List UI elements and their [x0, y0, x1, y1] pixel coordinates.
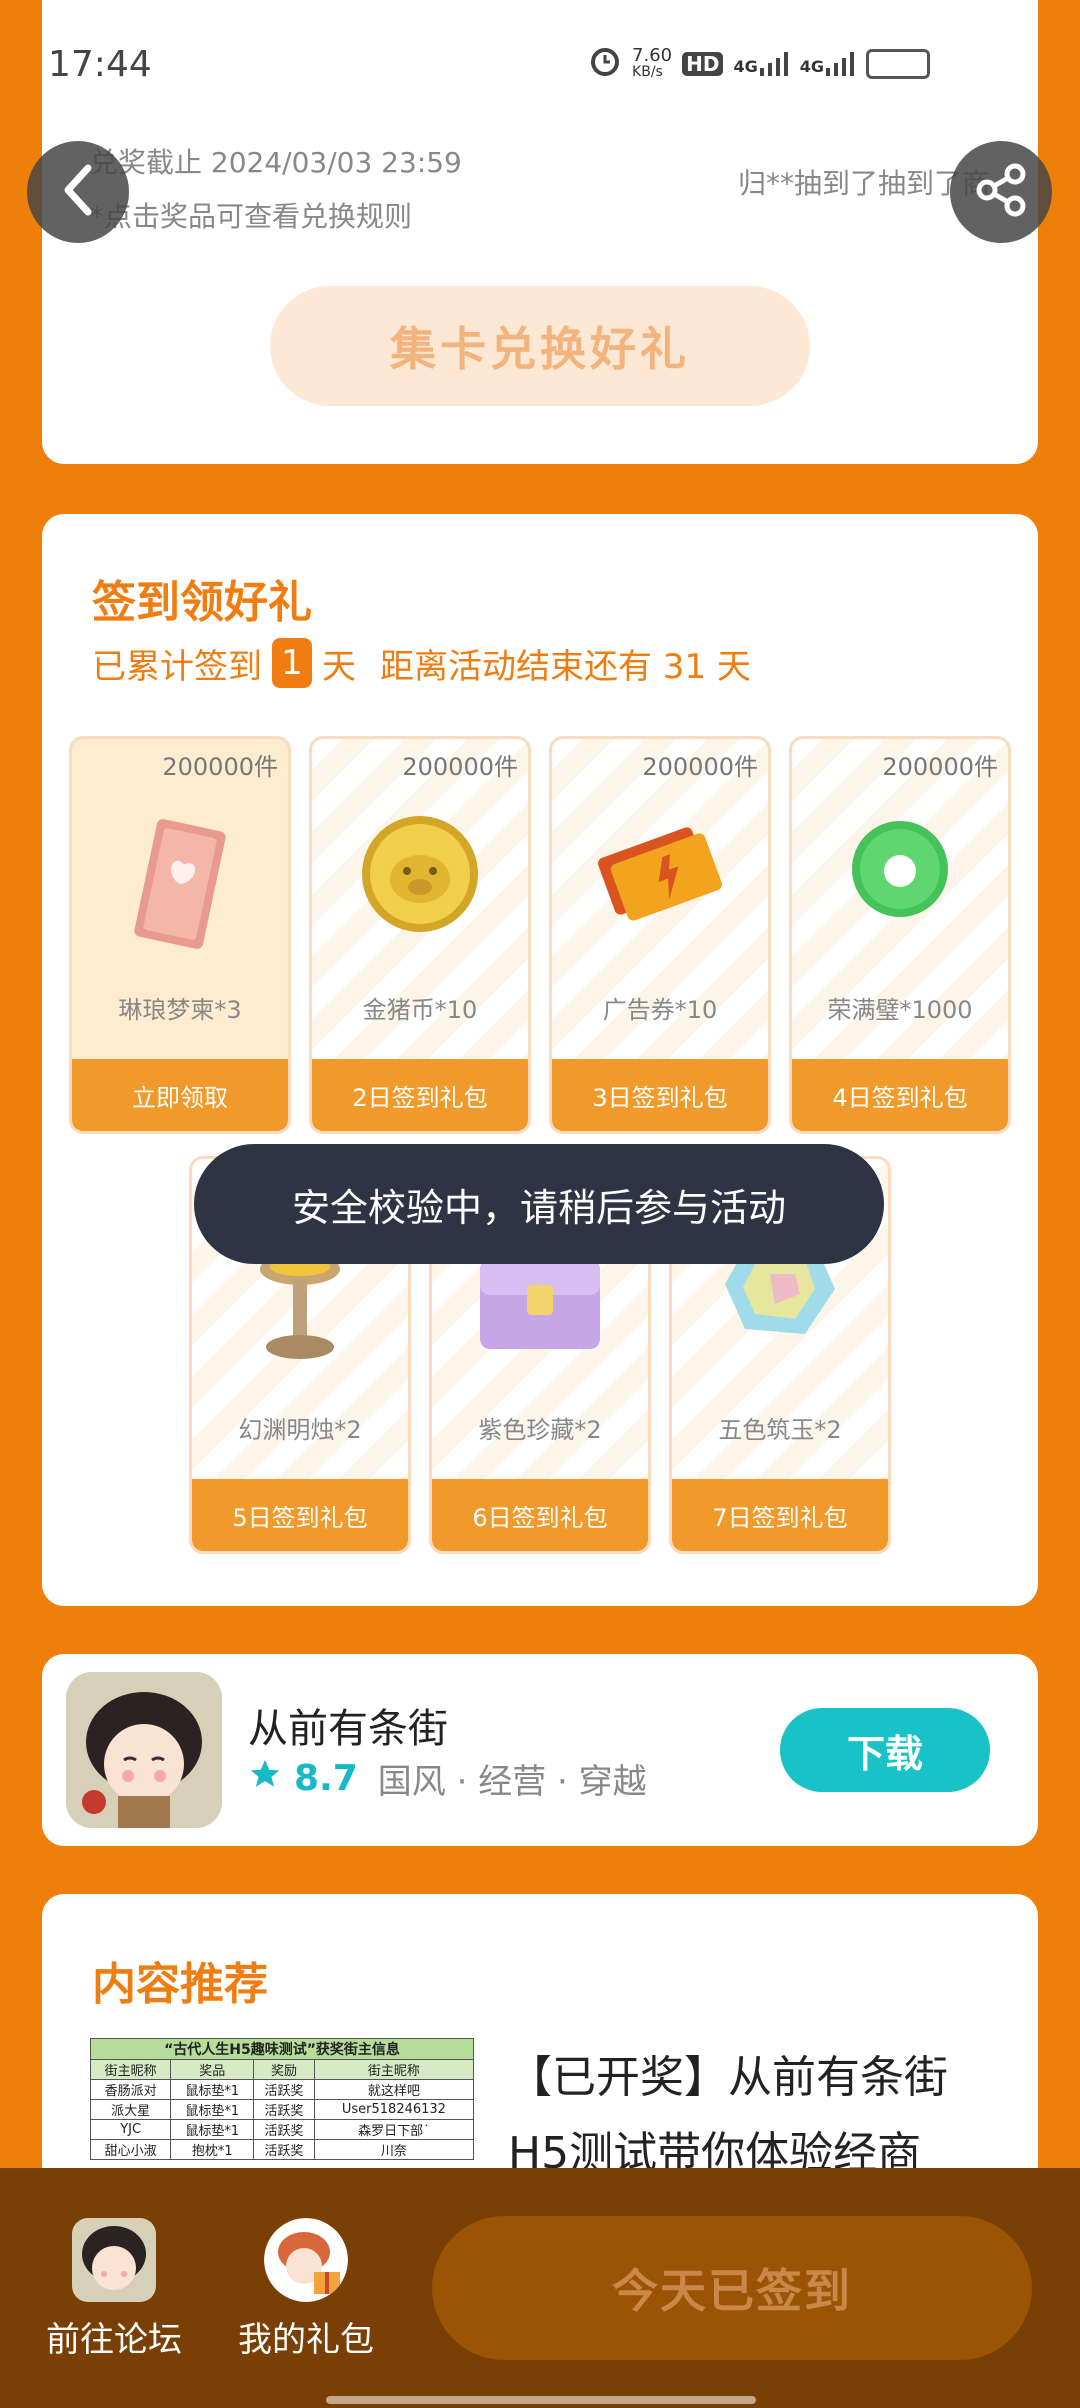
- status-icons: 7.60 KB/s HD 4G 4G 75: [588, 44, 930, 83]
- pig-coin-icon: [362, 816, 478, 932]
- table-row: 派大星 鼠标垫*1 活跃奖 User518246132: [89, 2099, 475, 2120]
- star-icon: [248, 1757, 282, 1800]
- app-name: 从前有条街: [248, 1706, 448, 1752]
- signal-icon: 4G: [733, 51, 789, 76]
- battery-icon: 75: [866, 48, 930, 79]
- table-cell: 鼠标垫*1: [170, 2079, 255, 2100]
- security-check-toast: 安全校验中，请稍后参与活动: [194, 1144, 884, 1264]
- table-cell: User518246132: [313, 2099, 475, 2120]
- day7-gift-button[interactable]: 7日签到礼包: [672, 1479, 888, 1551]
- table-header: 奖品: [170, 2059, 255, 2080]
- table-cell: 森罗日下部˙: [313, 2119, 475, 2140]
- reward-name: 紫色珍藏*2: [478, 1416, 602, 1444]
- recommend-title: 内容推荐: [92, 1959, 268, 2010]
- share-button[interactable]: [950, 141, 1052, 243]
- share-icon: [973, 162, 1029, 222]
- battery-level: 75: [903, 53, 927, 74]
- hd-badge: HD: [682, 51, 724, 76]
- reward-name: 金猪币*10: [362, 996, 478, 1024]
- exchange-hint: *点击奖品可查看兑换规则: [90, 200, 413, 233]
- reward-card-day4[interactable]: 200000件 荣满璧*1000 4日签到礼包: [789, 736, 1011, 1134]
- alarm-icon: [588, 44, 622, 83]
- reward-count: 200000件: [162, 753, 278, 781]
- claim-now-button[interactable]: 立即领取: [72, 1059, 288, 1131]
- table-cell: 鼠标垫*1: [170, 2119, 255, 2140]
- signal-icon: 4G: [799, 51, 856, 76]
- app-rating: 8.7: [294, 1758, 358, 1799]
- reward-name: 幻渊明烛*2: [238, 1416, 362, 1444]
- app-icon[interactable]: [66, 1672, 222, 1828]
- table-cell: 鼠标垫*1: [170, 2099, 255, 2120]
- forum-nav-button[interactable]: 前往论坛: [46, 2218, 182, 2361]
- checkin-title: 签到领好礼: [92, 577, 312, 628]
- table-row: 甜心小淑 抱枕*1 活跃奖 川奈: [89, 2139, 475, 2160]
- card-exchange-button[interactable]: 集卡兑换好礼: [270, 286, 810, 406]
- reward-count: 200000件: [642, 753, 758, 781]
- jade-ring-icon: [852, 821, 948, 917]
- reward-count: 200000件: [402, 753, 518, 781]
- app-tags: 国风 · 经营 · 穿越: [377, 1762, 647, 1802]
- table-row: 香肠派对 鼠标垫*1 活跃奖 就这样吧: [89, 2079, 475, 2100]
- checkin-progress: 已累计签到 1 天 距离活动结束还有 31 天: [92, 638, 751, 688]
- day4-gift-button[interactable]: 4日签到礼包: [792, 1059, 1008, 1131]
- table-header: 街主昵称: [89, 2059, 172, 2080]
- forum-avatar: [72, 2218, 156, 2302]
- table-cell: 活跃奖: [253, 2099, 315, 2120]
- table-header: 街主昵称: [313, 2059, 475, 2080]
- ad-coupon-icon: [598, 827, 722, 921]
- article-thumbnail-table[interactable]: “古代人生H5趣味测试”获奖街主信息 街主昵称 奖品 奖励 街主昵称 香肠派对 …: [89, 2038, 475, 2160]
- table-cell: 活跃奖: [253, 2119, 315, 2140]
- table-cell: 就这样吧: [313, 2079, 475, 2100]
- exchange-deadline: 兑奖截止 2024/03/03 23:59: [90, 146, 462, 179]
- table-cell: 香肠派对: [89, 2079, 172, 2100]
- checkin-days-badge: 1: [272, 638, 312, 688]
- exchange-info: 兑奖截止 2024/03/03 23:59 *点击奖品可查看兑换规则: [90, 136, 462, 244]
- table-cell: 活跃奖: [253, 2139, 315, 2160]
- forum-label: 前往论坛: [46, 2320, 182, 2360]
- table-header: 奖励: [253, 2059, 315, 2080]
- gifts-label: 我的礼包: [238, 2320, 374, 2360]
- table-cell: 派大星: [89, 2099, 172, 2120]
- net-speed: 7.60 KB/s: [632, 44, 673, 80]
- table-cell: 活跃奖: [253, 2079, 315, 2100]
- reward-card-day1[interactable]: 200000件 琳琅梦柬*3 立即领取: [69, 736, 291, 1134]
- download-button[interactable]: 下载: [780, 1708, 990, 1792]
- day2-gift-button[interactable]: 2日签到礼包: [312, 1059, 528, 1131]
- chevron-left-icon: [58, 162, 98, 222]
- signed-today-button[interactable]: 今天已签到: [432, 2216, 1032, 2360]
- table-cell: 抱枕*1: [170, 2139, 255, 2160]
- checkin-remaining: 距离活动结束还有 31 天: [380, 646, 751, 687]
- checkin-prefix: 已累计签到: [92, 646, 262, 687]
- net-speed-unit: KB/s: [632, 63, 663, 80]
- ticket-icon: [134, 819, 226, 949]
- table-caption: “古代人生H5趣味测试”获奖街主信息: [90, 2038, 474, 2060]
- table-cell: 甜心小淑: [89, 2139, 172, 2160]
- status-time: 17:44: [48, 44, 152, 85]
- gifts-avatar: [264, 2218, 348, 2302]
- reward-name: 广告券*10: [602, 996, 718, 1024]
- reward-name: 五色筑玉*2: [718, 1416, 842, 1444]
- checkin-days-unit: 天: [322, 646, 356, 687]
- table-cell: 川奈: [313, 2139, 475, 2160]
- day3-gift-button[interactable]: 3日签到礼包: [552, 1059, 768, 1131]
- day6-gift-button[interactable]: 6日签到礼包: [432, 1479, 648, 1551]
- my-gifts-nav-button[interactable]: 我的礼包: [238, 2218, 374, 2361]
- reward-card-day2[interactable]: 200000件 金猪币*10 2日签到礼包: [309, 736, 531, 1134]
- reward-count: 200000件: [882, 753, 998, 781]
- table-row: YJC 鼠标垫*1 活跃奖 森罗日下部˙: [89, 2119, 475, 2140]
- net-speed-value: 7.60: [632, 44, 673, 66]
- day5-gift-button[interactable]: 5日签到礼包: [192, 1479, 408, 1551]
- back-button[interactable]: [27, 141, 129, 243]
- reward-name: 琳琅梦柬*3: [118, 996, 242, 1024]
- table-cell: YJC: [89, 2119, 172, 2140]
- reward-card-day3[interactable]: 200000件 广告券*10 3日签到礼包: [549, 736, 771, 1134]
- signal-label: 4G: [733, 56, 758, 76]
- reward-name: 荣满璧*1000: [827, 996, 973, 1024]
- home-indicator[interactable]: [326, 2396, 756, 2404]
- signal-label: 4G: [799, 56, 824, 76]
- app-meta: 8.7 国风 · 经营 · 穿越: [248, 1754, 647, 1803]
